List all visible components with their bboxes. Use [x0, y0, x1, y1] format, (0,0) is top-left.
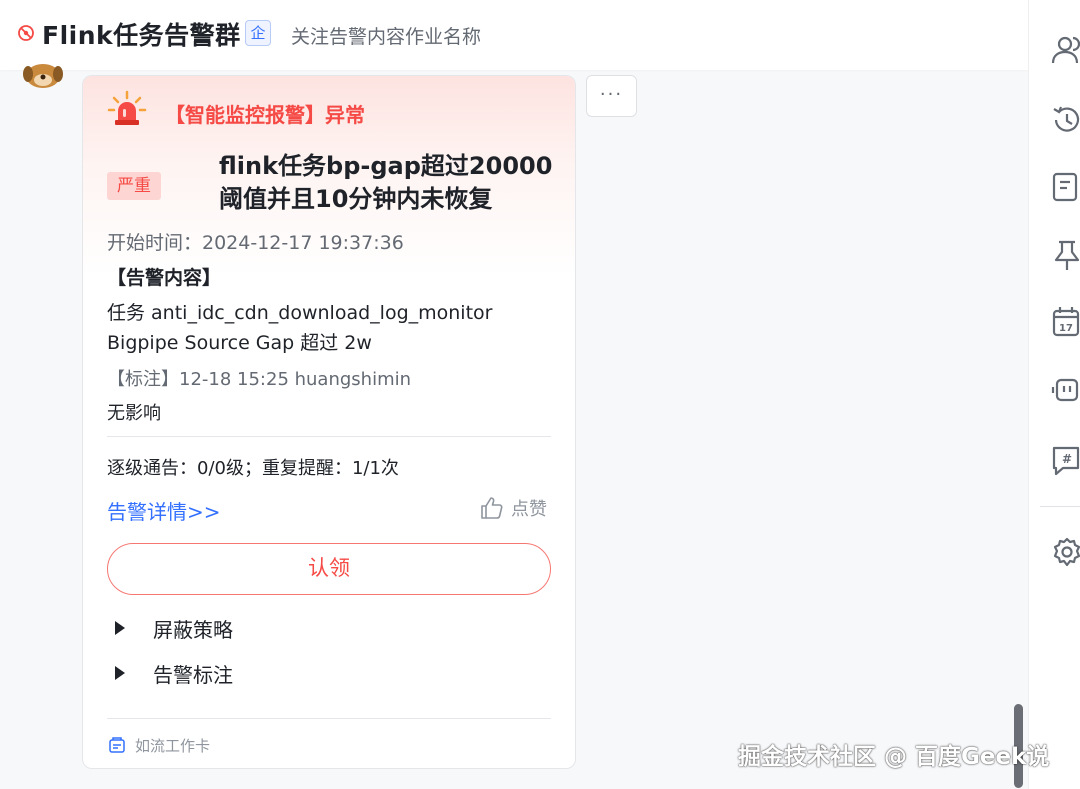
- alert-detail-link[interactable]: 告警详情>>: [107, 496, 221, 525]
- start-time: 开始时间：2024-12-17 19:37:36: [107, 232, 404, 254]
- group-description: 关注告警内容作业名称: [291, 26, 482, 48]
- collapsible-label: 告警标注: [153, 662, 233, 687]
- work-card-icon: [109, 737, 125, 753]
- settings-icon[interactable]: [1051, 535, 1080, 569]
- collapsible-alert-annotation[interactable]: 告警标注: [115, 658, 233, 688]
- escalation-status: 逐级通告：0/0级；重复提醒：1/1次: [107, 458, 399, 479]
- thumbs-up-icon: [481, 497, 503, 519]
- card-footer: 如流工作卡: [107, 733, 210, 757]
- history-icon[interactable]: [1051, 103, 1080, 137]
- claim-button[interactable]: 认领: [107, 543, 551, 595]
- alert-card: 【智能监控报警】异常 严重 flink任务bp-gap超过20000阈值并且10…: [82, 75, 576, 769]
- mute-icon[interactable]: [16, 23, 36, 43]
- watermark: 掘金技术社区 @ 百度Geek说: [738, 744, 1050, 770]
- divider: [107, 436, 551, 437]
- content-line-2: Bigpipe Source Gap 超过 2w: [107, 332, 372, 354]
- content-heading: 【告警内容】: [107, 267, 222, 289]
- content-line-1: 任务 anti_idc_cdn_download_log_monitor: [107, 302, 493, 324]
- right-sidebar: 17 #: [1028, 0, 1080, 789]
- like-button[interactable]: 点赞: [479, 495, 547, 521]
- calendar-icon[interactable]: 17: [1051, 305, 1080, 339]
- divider: [107, 718, 551, 719]
- bot-avatar[interactable]: [22, 52, 64, 88]
- alert-card-title: 【智能监控报警】异常: [165, 103, 365, 127]
- collapsible-block-policy[interactable]: 屏蔽策略: [115, 613, 233, 643]
- collapsible-label: 屏蔽策略: [153, 617, 233, 642]
- siren-icon: [107, 90, 147, 125]
- alert-headline: flink任务bp-gap超过20000阈值并且10分钟内未恢复: [219, 152, 553, 213]
- impact-text: 无影响: [107, 403, 161, 424]
- annotation-text: 【标注】12-18 15:25 huangshimin: [107, 369, 412, 390]
- pin-icon[interactable]: [1051, 238, 1080, 272]
- more-options-button[interactable]: ···: [586, 75, 637, 117]
- svg-text:#: #: [1062, 452, 1072, 466]
- docs-icon[interactable]: [1051, 170, 1080, 204]
- chat-header: Flink任务告警群 企 关注告警内容作业名称: [0, 0, 1028, 70]
- calendar-day: 17: [1059, 323, 1073, 334]
- expand-triangle-icon: [115, 621, 125, 635]
- members-icon[interactable]: [1051, 33, 1080, 67]
- footer-label: 如流工作卡: [135, 736, 211, 755]
- group-title[interactable]: Flink任务告警群: [42, 16, 241, 52]
- sidebar-divider: [1040, 506, 1080, 507]
- severity-badge: 严重: [107, 172, 161, 200]
- like-label: 点赞: [511, 499, 547, 520]
- bot-icon[interactable]: [1051, 373, 1080, 407]
- enterprise-badge: 企: [245, 20, 271, 46]
- topic-icon[interactable]: #: [1051, 443, 1080, 477]
- expand-triangle-icon: [115, 666, 125, 680]
